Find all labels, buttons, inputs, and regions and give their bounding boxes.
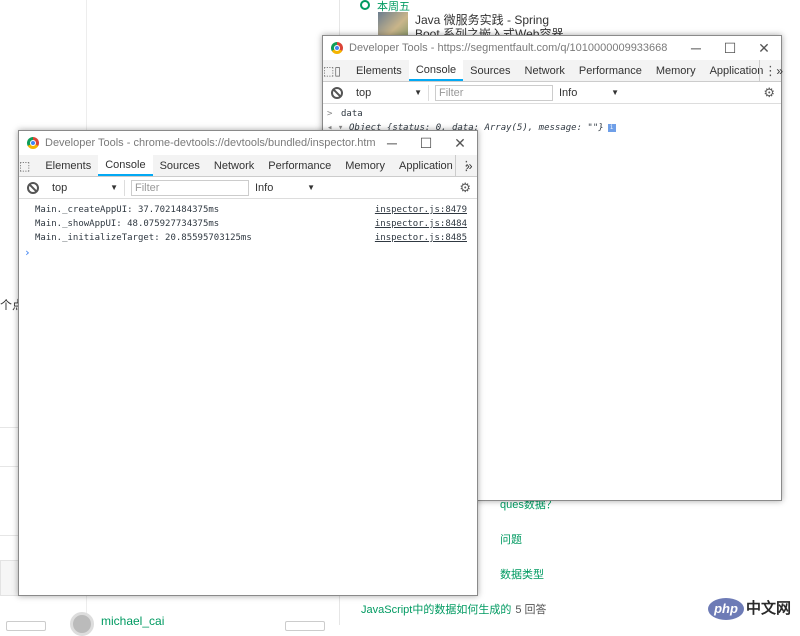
caret-down-icon: ▼ (611, 88, 619, 97)
tab-memory[interactable]: Memory (338, 155, 392, 176)
console-toolbar: top ▼ Filter Info ▼ ⚙ (323, 82, 781, 104)
tab-console[interactable]: Console (98, 155, 153, 176)
caret-down-icon: ▼ (414, 88, 422, 97)
tab-elements[interactable]: Elements (38, 155, 98, 176)
info-icon: i (607, 124, 616, 132)
tab-performance[interactable]: Performance (261, 155, 338, 176)
console-log-row: Main._createAppUI: 37.7021484375ms inspe… (19, 203, 477, 217)
close-button[interactable]: ✕ (443, 131, 477, 155)
tab-sources[interactable]: Sources (153, 155, 207, 176)
window-titlebar[interactable]: Developer Tools - chrome-devtools://devt… (19, 131, 477, 155)
question-link[interactable]: JavaScript中的数据如何生成的 5 回答 (361, 601, 547, 617)
log-message: Main._initializeTarget: 20.85595703125ms (35, 233, 252, 243)
php-logo-icon: php (708, 598, 744, 620)
filter-input[interactable]: Filter (131, 179, 249, 196)
minimize-button[interactable]: ─ (375, 131, 409, 155)
menu-icon[interactable]: ⋮ (455, 155, 477, 177)
question-link[interactable]: 数据类型 (500, 566, 544, 582)
tab-console[interactable]: Console (408, 60, 464, 81)
devtools-window-front[interactable]: Developer Tools - chrome-devtools://devt… (18, 130, 478, 596)
log-level-select[interactable]: Info ▼ (559, 87, 619, 99)
console-log-row: Main._initializeTarget: 20.85595703125ms… (19, 231, 477, 245)
tab-elements[interactable]: Elements (349, 60, 409, 81)
inspect-element-icon[interactable]: ⬚ (323, 60, 334, 81)
tab-performance[interactable]: Performance (572, 60, 649, 81)
log-message: Main._createAppUI: 37.7021484375ms (35, 205, 220, 215)
console-output: Main._createAppUI: 37.7021484375ms inspe… (19, 199, 477, 259)
tab-network[interactable]: Network (518, 60, 572, 81)
caret-down-icon: ▼ (307, 183, 315, 192)
tab-application[interactable]: Application (392, 155, 460, 176)
devtools-tabbar: ⬚ Elements Console Sources Network Perfo… (19, 155, 477, 177)
log-message: Main._showAppUI: 48.075927734375ms (35, 219, 220, 229)
window-title: Developer Tools - https://segmentfault.c… (349, 42, 668, 54)
window-titlebar[interactable]: Developer Tools - https://segmentfault.c… (323, 36, 781, 60)
answer-count: 5 回答 (515, 604, 547, 616)
menu-icon[interactable]: ⋮ (759, 60, 781, 82)
window-title: Developer Tools - chrome-devtools://devt… (45, 137, 375, 149)
chrome-icon (27, 137, 39, 149)
action-button[interactable] (285, 621, 325, 631)
username-link[interactable]: michael_cai (101, 614, 164, 628)
maximize-button[interactable]: ☐ (713, 36, 747, 60)
tab-sources[interactable]: Sources (463, 60, 517, 81)
watermark-text: 中文网 (746, 600, 792, 617)
avatar[interactable] (70, 612, 94, 636)
context-select[interactable]: top ▼ (47, 179, 125, 196)
action-button[interactable] (6, 621, 46, 631)
timeline-dot-icon (360, 0, 370, 10)
inspect-element-icon[interactable]: ⬚ (19, 155, 30, 176)
clear-console-icon[interactable] (331, 86, 343, 99)
console-log-row: Main._showAppUI: 48.075927734375ms inspe… (19, 217, 477, 231)
source-link[interactable]: inspector.js:8484 (375, 219, 467, 229)
question-link[interactable]: 问题 (500, 531, 522, 547)
tab-network[interactable]: Network (207, 155, 261, 176)
log-level-select[interactable]: Info ▼ (255, 182, 315, 194)
devtools-tabbar: ⬚ ▯ Elements Console Sources Network Per… (323, 60, 783, 82)
clear-console-icon[interactable] (27, 181, 39, 194)
source-link[interactable]: inspector.js:8479 (375, 205, 467, 215)
watermark-logo: php 中文网 (708, 596, 800, 622)
gear-icon[interactable]: ⚙ (459, 180, 471, 196)
console-toolbar: top ▼ Filter Info ▼ ⚙ (19, 177, 477, 199)
context-select[interactable]: top ▼ (351, 84, 429, 101)
device-toolbar-icon[interactable]: ▯ (334, 60, 341, 81)
tab-memory[interactable]: Memory (649, 60, 703, 81)
source-link[interactable]: inspector.js:8485 (375, 233, 467, 243)
maximize-button[interactable]: ☐ (409, 131, 443, 155)
console-input-line: > data (327, 109, 363, 119)
minimize-button[interactable]: ─ (679, 36, 713, 60)
console-prompt[interactable]: › (19, 245, 477, 259)
filter-input[interactable]: Filter (435, 84, 553, 101)
close-button[interactable]: ✕ (747, 36, 781, 60)
chrome-icon (331, 42, 343, 54)
gear-icon[interactable]: ⚙ (763, 85, 775, 101)
caret-down-icon: ▼ (110, 183, 118, 192)
